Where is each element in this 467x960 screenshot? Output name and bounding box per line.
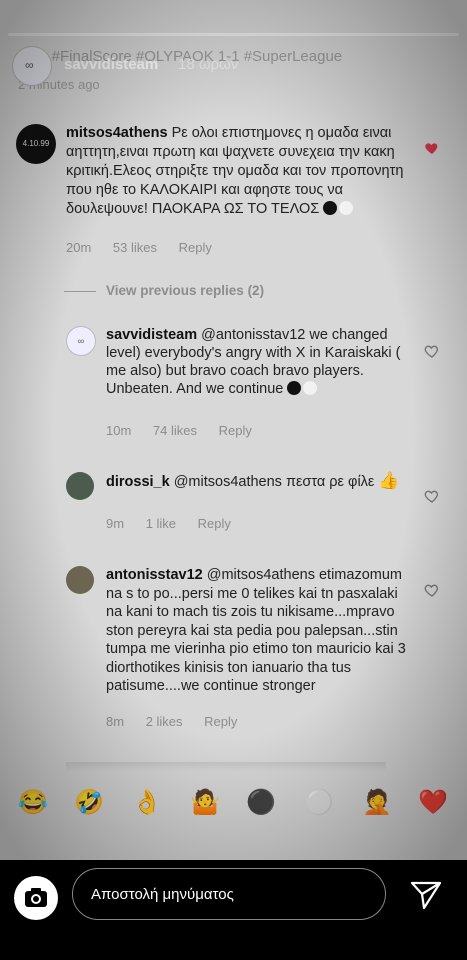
rofl-emoji-icon[interactable]: 🤣 xyxy=(74,788,104,818)
comment-body: @mitsos4athens πεστα ρε φίλε xyxy=(173,474,375,490)
camera-icon xyxy=(25,888,47,907)
ok-hand-emoji-icon[interactable]: 👌 xyxy=(132,788,162,818)
comment-meta: 8m 2 likes Reply xyxy=(106,714,255,729)
comment-time: 10m xyxy=(106,423,132,438)
red-heart-emoji-icon[interactable]: ❤️ xyxy=(418,788,448,818)
comment-text: dirossi_k @mitsos4athens πεστα ρε φίλε 👍 xyxy=(106,472,406,491)
thumbs-up-icon: 👍 xyxy=(378,471,400,490)
black-circle-icon xyxy=(323,201,338,215)
comment-username[interactable]: dirossi_k xyxy=(106,474,170,490)
infinity-logo-icon: ∞ xyxy=(25,58,34,72)
comment-meta: 9m 1 like Reply xyxy=(106,516,249,531)
heart-outline-icon[interactable] xyxy=(424,488,440,504)
divider-line xyxy=(64,290,96,292)
comment-time: 20m xyxy=(66,240,92,255)
facepalm-emoji-icon[interactable]: 🤦 xyxy=(362,788,392,818)
avatar[interactable] xyxy=(66,472,94,500)
shrug-emoji-icon[interactable]: 🤷 xyxy=(190,788,220,818)
reply-button[interactable]: Reply xyxy=(219,423,252,438)
comment-text: mitsos4athens Ρε ολοι επιστημονες η ομαδ… xyxy=(66,124,418,219)
heart-outline-icon[interactable] xyxy=(424,343,440,359)
avatar[interactable]: ∞ xyxy=(66,326,96,356)
comment-username[interactable]: savvidisteam xyxy=(106,327,197,343)
story-time: 18 ωρών xyxy=(178,56,239,73)
comment-body: @mitsos4athens etimazomum na s to po...p… xyxy=(106,567,406,694)
avatar[interactable]: 4.10.99 xyxy=(16,124,56,164)
comment-text: antonisstav12 @mitsos4athens etimazomum … xyxy=(106,566,416,696)
story-header: ∞ savvidisteam 18 ωρών xyxy=(12,46,452,86)
send-message-input[interactable] xyxy=(72,868,386,920)
next-comment-peek xyxy=(66,762,386,772)
white-circle-icon xyxy=(303,381,318,395)
emoji-quick-reactions: 😂 🤣 👌 🤷 ⚫ ⚪ 🤦 ❤️ xyxy=(0,780,467,826)
story-screen: k_fc #FinalScore #OLYPAOK 1-1 #SuperLeag… xyxy=(0,0,467,860)
comment-meta: 10m 74 likes Reply xyxy=(106,423,270,438)
camera-button[interactable] xyxy=(14,876,58,920)
story-username[interactable]: savvidisteam xyxy=(64,56,158,73)
comment-text: savvidisteam @antonisstav12 we changed l… xyxy=(106,326,406,398)
reply-button[interactable]: Reply xyxy=(198,516,231,531)
comment-time: 8m xyxy=(106,714,125,729)
comment-time: 9m xyxy=(106,516,125,531)
avatar-text: 4.10.99 xyxy=(22,139,50,148)
comment-likes[interactable]: 1 like xyxy=(146,516,176,531)
white-circle-emoji-icon[interactable]: ⚪ xyxy=(304,788,334,818)
black-circle-icon xyxy=(287,381,302,395)
story-progress-bar xyxy=(8,33,459,36)
comment-likes[interactable]: 2 likes xyxy=(146,714,183,729)
comment-likes[interactable]: 74 likes xyxy=(153,423,197,438)
comment-username[interactable]: antonisstav12 xyxy=(106,567,203,583)
story-avatar[interactable]: ∞ xyxy=(12,46,52,86)
comment-username[interactable]: mitsos4athens xyxy=(66,125,168,141)
joy-emoji-icon[interactable]: 😂 xyxy=(18,788,48,818)
reply-button[interactable]: Reply xyxy=(179,240,212,255)
avatar[interactable] xyxy=(66,566,94,594)
reply-button[interactable]: Reply xyxy=(204,714,237,729)
view-previous-replies[interactable]: View previous replies (2) xyxy=(64,283,264,298)
send-icon[interactable] xyxy=(410,880,442,910)
message-bar xyxy=(0,860,467,960)
comment-likes[interactable]: 53 likes xyxy=(113,240,157,255)
comment-meta: 20m 53 likes Reply xyxy=(66,240,230,255)
view-previous-label: View previous replies (2) xyxy=(106,283,265,298)
heart-filled-icon[interactable] xyxy=(424,140,440,156)
white-circle-icon xyxy=(339,201,354,215)
heart-outline-icon[interactable] xyxy=(424,582,440,598)
black-circle-emoji-icon[interactable]: ⚫ xyxy=(246,788,276,818)
